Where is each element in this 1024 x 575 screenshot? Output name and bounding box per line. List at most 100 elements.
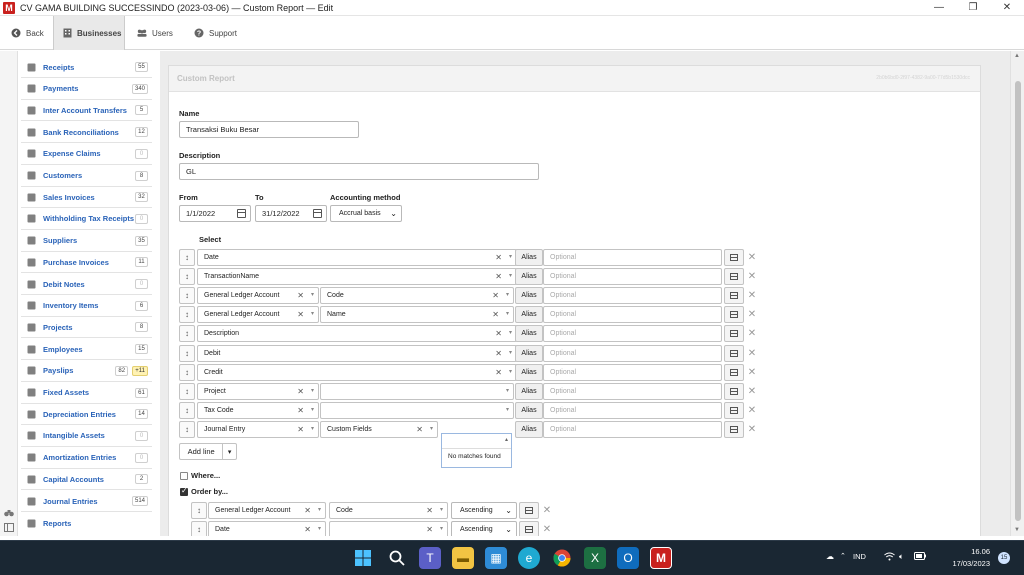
clear-icon[interactable]: ✕ <box>492 288 499 303</box>
to-date-field[interactable]: 31/12/2022 <box>255 205 327 222</box>
chevron-up-icon[interactable]: ⌃ <box>840 552 846 560</box>
sidebar-item[interactable]: Withholding Tax Receipts 0 <box>21 209 152 230</box>
users-button[interactable]: Users <box>128 16 182 50</box>
row-options-icon[interactable] <box>724 344 744 362</box>
from-date-field[interactable]: 1/1/2022 <box>179 205 251 222</box>
sidebar-item[interactable]: Capital Accounts 2 <box>21 469 152 491</box>
drag-handle-icon[interactable]: ↕ <box>191 521 207 536</box>
field-select[interactable]: Debit ✕ ▾ <box>197 344 517 362</box>
calendar-icon[interactable] <box>237 209 246 218</box>
drag-handle-icon[interactable]: ↕ <box>179 249 195 266</box>
row-options-icon[interactable] <box>724 363 744 381</box>
where-label[interactable]: Where... <box>191 471 220 480</box>
sidebar-item[interactable]: Inventory Items 6 <box>21 296 152 317</box>
caret-down-icon[interactable]: ▾ <box>506 307 509 322</box>
row-options-icon[interactable] <box>724 382 744 400</box>
description-field[interactable]: GL <box>179 163 539 180</box>
clear-icon[interactable]: ✕ <box>297 384 304 399</box>
order-field-select[interactable]: Date ✕ ▾ <box>208 521 326 536</box>
row-options-icon[interactable] <box>724 325 744 343</box>
subfield-select[interactable]: ▾ <box>320 382 514 400</box>
drag-handle-icon[interactable]: ↕ <box>179 382 195 400</box>
alias-input[interactable]: Optional <box>543 382 722 400</box>
drag-handle-icon[interactable]: ↕ <box>179 287 195 305</box>
field-select[interactable]: Tax Code ✕ ▾ <box>197 401 319 419</box>
caret-down-icon[interactable]: ▾ <box>506 403 509 418</box>
alias-input[interactable]: Optional <box>543 287 722 305</box>
row-options-icon[interactable] <box>724 420 744 438</box>
clear-icon[interactable]: ✕ <box>297 307 304 322</box>
start-icon[interactable] <box>352 547 374 569</box>
scroll-down-icon[interactable]: ▼ <box>1014 527 1020 533</box>
remove-row-icon[interactable]: ✕ <box>747 424 757 435</box>
scroll-up-icon[interactable]: ▲ <box>1014 53 1020 59</box>
file-explorer-icon[interactable]: ▬ <box>452 547 474 569</box>
remove-row-icon[interactable]: ✕ <box>747 386 757 397</box>
minimize-button[interactable]: — <box>922 0 956 14</box>
alias-input[interactable]: Optional <box>543 344 722 362</box>
panel-toggle-icon[interactable] <box>4 523 14 533</box>
sidebar-item[interactable]: Amortization Entries 0 <box>21 448 152 469</box>
clear-icon[interactable]: ✕ <box>416 422 423 437</box>
caret-down-icon[interactable]: ▾ <box>318 503 321 518</box>
order-subfield-select[interactable]: Code ✕ ▾ <box>329 502 448 519</box>
caret-down-icon[interactable]: ▾ <box>430 422 433 437</box>
caret-down-icon[interactable]: ▾ <box>311 403 314 418</box>
order-direction-select[interactable]: Ascending ⌄ <box>451 521 517 536</box>
clear-icon[interactable]: ✕ <box>495 346 502 361</box>
drag-handle-icon[interactable]: ↕ <box>179 268 195 286</box>
sidebar-item[interactable]: Employees 15 <box>21 339 152 361</box>
row-options-icon[interactable] <box>724 268 744 286</box>
remove-row-icon[interactable]: ✕ <box>747 309 757 320</box>
clear-icon[interactable]: ✕ <box>304 522 311 536</box>
subfield-select[interactable]: Code ✕ ▾ <box>320 287 514 305</box>
remove-row-icon[interactable]: ✕ <box>747 252 757 263</box>
caret-down-icon[interactable]: ▾ <box>223 444 236 459</box>
subfield-select[interactable]: ▾ <box>320 401 514 419</box>
alias-input[interactable]: Optional <box>543 306 722 324</box>
clear-icon[interactable]: ✕ <box>297 288 304 303</box>
sidebar-item[interactable]: Fixed Assets 61 <box>21 383 152 404</box>
sidebar-item[interactable]: Journal Entries 514 <box>21 491 152 512</box>
wifi-icon[interactable] <box>884 552 895 563</box>
binoculars-icon[interactable] <box>4 509 14 519</box>
sidebar-item[interactable]: Debit Notes 0 <box>21 274 152 295</box>
page-scrollbar[interactable]: ▲ ▼ <box>1010 51 1024 536</box>
row-options-icon[interactable] <box>724 249 744 266</box>
name-field[interactable]: Transaksi Buku Besar <box>179 121 359 138</box>
row-options-icon[interactable] <box>724 306 744 324</box>
caret-down-icon[interactable]: ▾ <box>311 288 314 303</box>
support-button[interactable]: ? Support <box>185 16 246 50</box>
field-select[interactable]: Journal Entry ✕ ▾ <box>197 420 319 438</box>
row-options-icon[interactable] <box>519 521 539 536</box>
volume-icon[interactable]: 🔈︎ <box>899 552 904 562</box>
manager-app-icon[interactable]: M <box>650 547 672 569</box>
row-options-icon[interactable] <box>724 287 744 305</box>
sidebar-item[interactable]: Inter Account Transfers 5 <box>21 100 152 122</box>
remove-row-icon[interactable]: ✕ <box>747 328 757 339</box>
field-select[interactable]: Project ✕ ▾ <box>197 382 319 400</box>
caret-down-icon[interactable]: ▾ <box>506 384 509 399</box>
edge-icon[interactable]: e <box>518 547 540 569</box>
alias-input[interactable]: Optional <box>543 325 722 343</box>
caret-down-icon[interactable]: ▾ <box>506 288 509 303</box>
caret-down-icon[interactable]: ▾ <box>509 346 512 361</box>
back-button[interactable]: Back <box>2 16 53 50</box>
dropdown-search-input[interactable]: ▴ <box>442 434 511 449</box>
where-checkbox[interactable] <box>180 472 188 480</box>
accounting-method-select[interactable]: Accrual basis ⌄ <box>330 205 402 222</box>
field-select[interactable]: General Ledger Account ✕ ▾ <box>197 287 319 305</box>
clear-icon[interactable]: ✕ <box>495 365 502 380</box>
order-field-select[interactable]: General Ledger Account ✕ ▾ <box>208 502 326 519</box>
sidebar-item[interactable]: Depreciation Entries 14 <box>21 404 152 426</box>
order-direction-select[interactable]: Ascending ⌄ <box>451 502 517 519</box>
alias-input[interactable]: Optional <box>543 401 722 419</box>
drag-handle-icon[interactable]: ↕ <box>191 502 207 519</box>
drag-handle-icon[interactable]: ↕ <box>179 306 195 324</box>
battery-icon[interactable] <box>914 552 926 562</box>
field-select[interactable]: General Ledger Account ✕ ▾ <box>197 306 319 324</box>
caret-down-icon[interactable]: ▾ <box>318 522 321 536</box>
language-indicator[interactable]: IND <box>853 552 866 561</box>
close-button[interactable]: ✕ <box>990 0 1024 14</box>
subfield-select[interactable]: Name ✕ ▾ <box>320 306 514 324</box>
